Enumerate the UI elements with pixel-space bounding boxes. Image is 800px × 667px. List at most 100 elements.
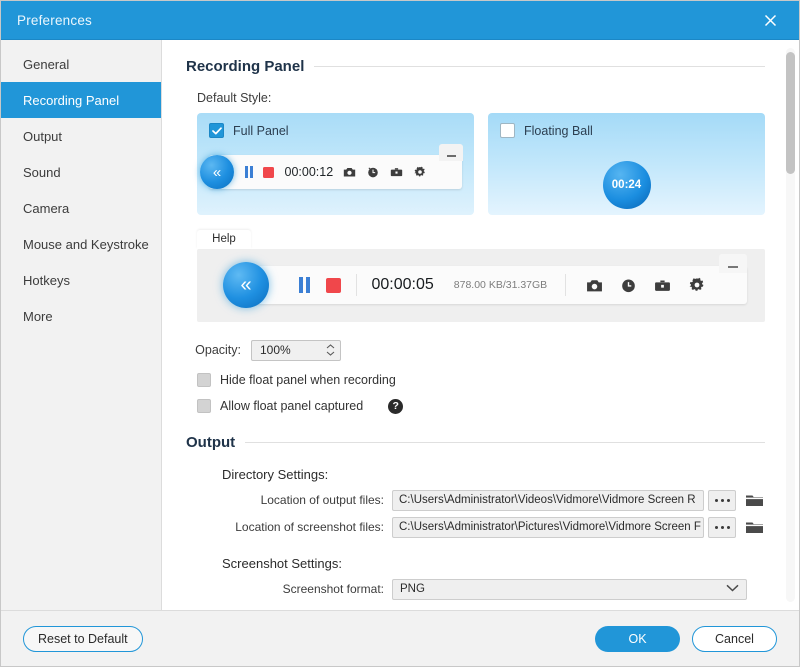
footer-bar: Reset to Default OK Cancel: [1, 610, 799, 666]
cancel-button[interactable]: Cancel: [692, 625, 777, 652]
section-title: Output: [186, 433, 236, 451]
divider: [565, 274, 567, 296]
full-panel-checkbox-row: Full Panel: [209, 123, 462, 138]
recording-panel-section-header: Recording Panel: [186, 58, 765, 75]
clock-icon[interactable]: [367, 166, 379, 178]
help-tab[interactable]: Help: [197, 229, 251, 249]
screenshot-format-value: PNG: [400, 583, 425, 595]
sidebar-item-general[interactable]: General: [1, 46, 161, 82]
default-style-label: Default Style:: [197, 91, 272, 105]
panel-preview-surface: 00:00:05 878.00 KB/31.37GB «: [197, 248, 765, 322]
toolbox-icon[interactable]: [654, 278, 671, 293]
full-panel-preview-bar: « 00:00:12: [200, 144, 463, 189]
sidebar-item-output[interactable]: Output: [1, 118, 161, 154]
help-icon[interactable]: ?: [388, 398, 404, 414]
preview-timer: 00:00:05: [371, 276, 434, 293]
panel-preview-bar: 00:00:05 878.00 KB/31.37GB: [239, 254, 747, 304]
gear-icon[interactable]: [689, 277, 705, 293]
sidebar: General Recording Panel Output Sound Cam…: [1, 40, 162, 610]
gear-icon[interactable]: [414, 166, 426, 178]
full-panel-card[interactable]: Full Panel « 00:00:12: [197, 113, 474, 215]
sidebar-item-label: More: [23, 308, 53, 324]
output-files-label: Location of output files:: [260, 493, 384, 507]
scrollbar[interactable]: [786, 48, 795, 602]
floating-ball-label: Floating Ball: [524, 123, 593, 138]
ok-button[interactable]: OK: [595, 625, 680, 652]
sidebar-item-label: Recording Panel: [23, 92, 120, 108]
opacity-value: 100%: [260, 343, 291, 357]
preview-size-text: 878.00 KB/31.37GB: [453, 279, 548, 291]
floating-ball-checkbox[interactable]: [500, 123, 515, 138]
folder-icon[interactable]: [745, 520, 764, 535]
window-title: Preferences: [17, 12, 92, 28]
sidebar-item-camera[interactable]: Camera: [1, 190, 161, 226]
sidebar-item-label: Output: [23, 128, 63, 144]
collapse-icon[interactable]: «: [200, 155, 234, 189]
stop-icon[interactable]: [325, 277, 341, 293]
stepper-arrows[interactable]: [326, 344, 335, 356]
camera-icon[interactable]: [586, 278, 603, 293]
allow-float-captured-label: Allow float panel captured: [220, 399, 364, 413]
full-panel-timer: 00:00:12: [284, 165, 334, 179]
sidebar-item-sound[interactable]: Sound: [1, 154, 161, 190]
default-style-options: Full Panel « 00:00:12 Floating Ball 00:2…: [197, 113, 765, 215]
clock-icon[interactable]: [621, 278, 636, 293]
sidebar-item-mouse-and-keystroke[interactable]: Mouse and Keystroke: [1, 226, 161, 262]
floating-ball-timer: 00:24: [611, 179, 642, 191]
sidebar-item-label: Sound: [23, 164, 61, 180]
browse-output-button[interactable]: [708, 489, 736, 511]
minimize-icon[interactable]: [439, 144, 463, 161]
screenshot-files-row: Location of screenshot files: C:\Users\A…: [186, 516, 765, 538]
opacity-stepper[interactable]: 100%: [251, 339, 341, 361]
opacity-row: Opacity: 100%: [186, 339, 765, 361]
floating-ball-checkbox-row: Floating Ball: [500, 123, 753, 138]
output-files-row: Location of output files: C:\Users\Admin…: [186, 489, 765, 511]
hide-float-panel-checkbox[interactable]: [197, 372, 211, 387]
screenshot-format-row: Screenshot format: PNG: [186, 578, 765, 600]
browse-screenshot-button[interactable]: [708, 516, 736, 538]
sidebar-item-recording-panel[interactable]: Recording Panel: [1, 82, 161, 118]
allow-float-captured-row: Allow float panel captured ?: [197, 398, 765, 414]
sidebar-item-more[interactable]: More: [1, 298, 161, 334]
title-bar: Preferences: [1, 1, 799, 39]
full-panel-label: Full Panel: [233, 123, 289, 138]
hide-float-panel-row: Hide float panel when recording: [197, 372, 765, 387]
floating-ball-card[interactable]: Floating Ball 00:24: [488, 113, 765, 215]
full-panel-checkbox[interactable]: [209, 123, 224, 138]
minimize-icon[interactable]: [719, 254, 747, 273]
sidebar-item-label: Camera: [23, 200, 70, 216]
screenshot-format-label: Screenshot format:: [282, 582, 384, 596]
camera-icon[interactable]: [343, 166, 356, 178]
divider: [355, 274, 357, 296]
opacity-label: Opacity:: [195, 343, 241, 357]
toolbox-icon[interactable]: [390, 166, 403, 178]
preferences-window: Preferences General Recording Panel Outp…: [0, 0, 800, 667]
reset-to-default-button[interactable]: Reset to Default: [23, 625, 143, 652]
main-content: Recording Panel Default Style: Full Pane…: [162, 40, 799, 610]
screenshot-files-input[interactable]: C:\Users\Administrator\Pictures\Vidmore\…: [392, 516, 704, 538]
divider: [314, 66, 765, 67]
allow-float-captured-checkbox[interactable]: [197, 399, 211, 413]
sidebar-item-label: General: [23, 56, 70, 72]
divider: [245, 441, 765, 443]
output-files-input[interactable]: C:\Users\Administrator\Videos\Vidmore\Vi…: [392, 489, 704, 511]
output-section-header: Output: [186, 434, 765, 451]
floating-ball-preview[interactable]: 00:24: [602, 161, 651, 209]
collapse-icon[interactable]: «: [223, 262, 269, 308]
pause-icon[interactable]: [299, 277, 310, 293]
screenshot-format-select[interactable]: PNG: [392, 578, 747, 600]
sidebar-item-hotkeys[interactable]: Hotkeys: [1, 262, 161, 298]
chevron-down-icon: [726, 583, 739, 595]
folder-icon[interactable]: [745, 493, 764, 508]
screenshot-files-label: Location of screenshot files:: [235, 520, 384, 534]
directory-settings-label: Directory Settings:: [222, 466, 329, 482]
panel-preview: Help 00:00:05 878.00 KB/31.37GB «: [197, 229, 765, 322]
section-title: Recording Panel: [186, 58, 305, 75]
close-icon[interactable]: [755, 5, 785, 35]
stop-icon[interactable]: [262, 166, 274, 178]
scrollbar-thumb[interactable]: [786, 52, 795, 174]
sidebar-item-label: Hotkeys: [23, 272, 70, 288]
pause-icon[interactable]: [245, 166, 253, 178]
sidebar-item-label: Mouse and Keystroke: [23, 236, 149, 252]
screenshot-settings-label: Screenshot Settings:: [222, 555, 342, 571]
